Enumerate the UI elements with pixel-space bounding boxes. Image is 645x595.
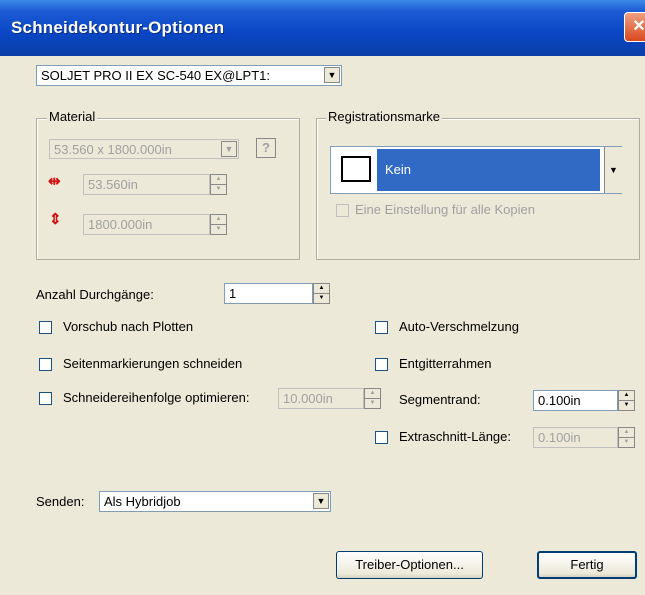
spin-up-icon[interactable]: ▲ <box>365 389 380 399</box>
extra-cut-field[interactable]: 0.100in <box>533 427 618 448</box>
cut-page-marks-label: Seitenmarkierungen schneiden <box>63 356 243 371</box>
passes-spinner[interactable]: ▲ ▼ <box>313 283 330 304</box>
registration-none-icon <box>341 156 371 182</box>
optimize-order-label: Schneidereihenfolge optimieren: <box>63 390 250 405</box>
spin-down-icon[interactable]: ▼ <box>211 225 226 234</box>
spin-down-icon[interactable]: ▼ <box>314 294 329 303</box>
registration-legend: Registrationsmarke <box>326 109 442 124</box>
window-title: Schneidekontur-Optionen <box>11 18 225 37</box>
optimize-order-checkbox[interactable] <box>39 392 52 405</box>
extra-cut-spinner[interactable]: ▲ ▼ <box>618 427 635 448</box>
material-size-value: 53.560 x 1800.000in <box>54 142 172 157</box>
passes-field[interactable]: 1 <box>224 283 313 304</box>
spin-up-icon[interactable]: ▲ <box>211 215 226 225</box>
material-width-spinner[interactable]: ▲ ▼ <box>210 174 227 195</box>
passes-value: 1 <box>229 286 237 301</box>
send-select-value: Als Hybridjob <box>104 494 181 509</box>
material-size-select[interactable]: 53.560 x 1800.000in ▼ <box>49 139 239 159</box>
spin-up-icon[interactable]: ▲ <box>211 175 226 185</box>
height-icon: ⇕ <box>49 211 62 228</box>
registration-selected-value: Kein <box>385 162 412 177</box>
auto-merge-checkbox[interactable] <box>375 321 388 334</box>
device-select[interactable]: SOLJET PRO II EX SC-540 EX@LPT1: ▼ <box>36 65 342 86</box>
material-height-value: 1800.000in <box>88 217 153 232</box>
segment-margin-label: Segmentrand: <box>399 392 481 407</box>
driver-options-button[interactable]: Treiber-Optionen... <box>336 551 483 579</box>
weeding-frame-label: Entgitterrahmen <box>399 356 492 371</box>
material-height-spinner[interactable]: ▲ ▼ <box>210 214 227 235</box>
chevron-down-icon[interactable]: ▼ <box>313 493 329 509</box>
spin-up-icon[interactable]: ▲ <box>314 284 329 294</box>
optimize-order-value: 10.000in <box>283 391 333 406</box>
spin-down-icon[interactable]: ▼ <box>619 438 634 447</box>
material-width-value: 53.560in <box>88 177 138 192</box>
material-help-button[interactable]: ? <box>256 138 276 158</box>
material-height-field[interactable]: 1800.000in <box>83 214 210 235</box>
chevron-down-icon[interactable]: ▼ <box>324 67 340 83</box>
done-button[interactable]: Fertig <box>537 551 637 579</box>
spin-up-icon[interactable]: ▲ <box>619 391 634 401</box>
chevron-down-icon[interactable]: ▼ <box>221 141 237 157</box>
passes-label: Anzahl Durchgänge: <box>36 287 154 302</box>
close-button[interactable]: ✕ <box>624 12 645 42</box>
one-setting-label: Eine Einstellung für alle Kopien <box>355 202 535 217</box>
segment-margin-field[interactable]: 0.100in <box>533 390 618 411</box>
send-select[interactable]: Als Hybridjob ▼ <box>99 491 331 512</box>
registration-select[interactable]: Kein ▼ <box>330 146 622 194</box>
title-bar: Schneidekontur-Optionen ✕ <box>0 0 645 56</box>
material-legend: Material <box>47 109 98 124</box>
segment-margin-spinner[interactable]: ▲ ▼ <box>618 390 635 411</box>
feed-after-plot-checkbox[interactable] <box>39 321 52 334</box>
material-width-field[interactable]: 53.560in <box>83 174 210 195</box>
optimize-order-spinner[interactable]: ▲ ▼ <box>364 388 381 409</box>
extra-cut-value: 0.100in <box>538 430 581 445</box>
extra-cut-checkbox[interactable] <box>375 431 388 444</box>
auto-merge-label: Auto-Verschmelzung <box>399 319 519 334</box>
spin-down-icon[interactable]: ▼ <box>211 185 226 194</box>
chevron-down-icon[interactable]: ▼ <box>604 147 622 193</box>
weeding-frame-checkbox[interactable] <box>375 358 388 371</box>
device-select-value: SOLJET PRO II EX SC-540 EX@LPT1: <box>41 68 270 83</box>
help-icon: ? <box>262 140 270 155</box>
spin-up-icon[interactable]: ▲ <box>619 428 634 438</box>
segment-margin-value: 0.100in <box>538 393 581 408</box>
send-label: Senden: <box>36 494 85 509</box>
spin-down-icon[interactable]: ▼ <box>619 401 634 410</box>
cut-page-marks-checkbox[interactable] <box>39 358 52 371</box>
width-icon: ⇹ <box>48 173 61 190</box>
feed-after-plot-label: Vorschub nach Plotten <box>63 319 194 334</box>
extra-cut-label: Extraschnitt-Länge: <box>399 429 512 444</box>
registration-selected-highlight: Kein <box>377 149 600 191</box>
optimize-order-field[interactable]: 10.000in <box>278 388 364 409</box>
spin-down-icon[interactable]: ▼ <box>365 399 380 408</box>
one-setting-checkbox[interactable] <box>336 204 349 217</box>
